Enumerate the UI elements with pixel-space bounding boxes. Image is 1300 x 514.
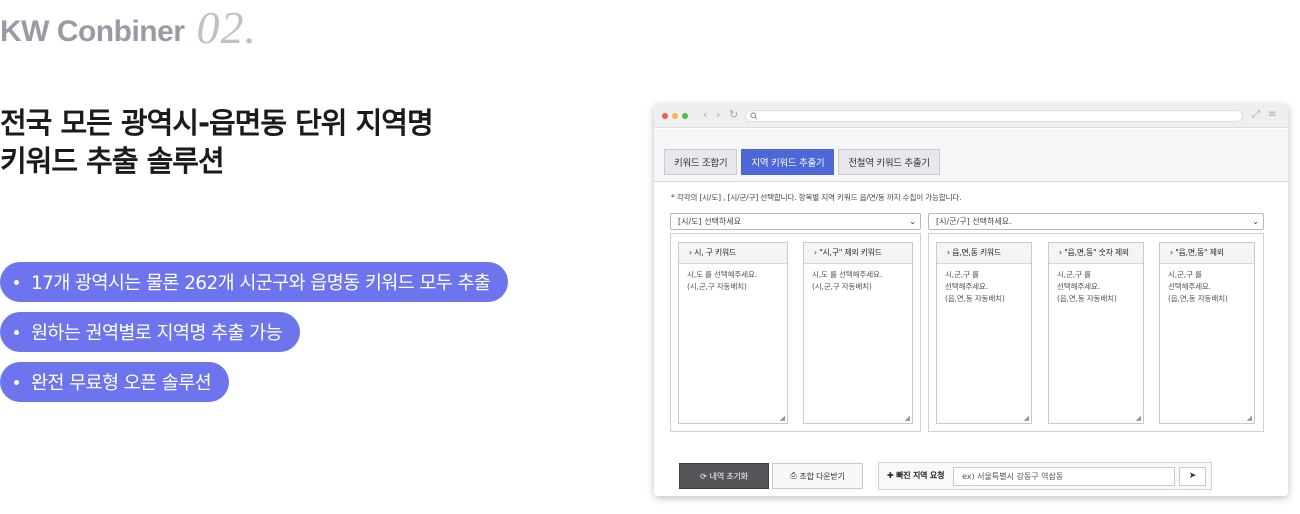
resize-handle-icon[interactable]: ◢ (1024, 415, 1029, 422)
reload-icon[interactable]: ↻ (729, 108, 738, 122)
feature-text: 17개 광역시는 물론 262개 시군구와 읍명동 키워드 모두 추출 (31, 273, 491, 294)
headline-line-1: 전국 모든 광역시-읍면동 단위 지역명 (0, 106, 434, 140)
tab-subway-keyword-extractor[interactable]: 전철역 키워드 추출기 (838, 149, 940, 175)
keyword-textarea[interactable]: 시,도 를 선택해주세요. (시,군,구 자동배치) (679, 264, 787, 298)
menu-icon[interactable]: ≡ (1268, 109, 1276, 121)
sigungu-keyword-group: › 읍,면,동 키워드 시,군,구 를 선택해주세요. (읍,면,동 자동배치)… (928, 233, 1264, 432)
keyword-textarea[interactable]: 시,군,구 를 선택해주세요. (읍,면,동 자동배치) (1160, 264, 1254, 310)
address-bar[interactable] (745, 110, 1243, 122)
missing-region-input[interactable]: ex) 서울특별시 강동구 역삼동 (953, 467, 1175, 486)
resize-handle-icon[interactable]: ◢ (1247, 415, 1252, 422)
missing-region-label-text: 빠진 지역 요청 (896, 471, 945, 480)
search-icon (750, 112, 758, 120)
sigungu-select-value: [시/군/구] 선택하세요. (936, 217, 1012, 226)
refresh-icon: ⟳ (700, 471, 707, 481)
keyword-box-si-gu-excluded: › "시,구" 제외 키워드 시,도 를 선택해주세요. (시,군,구 자동배치… (803, 242, 913, 424)
download-combination-button[interactable]: ⎙ 조합 다운받기 (772, 463, 863, 489)
bullet-icon (14, 329, 19, 335)
feature-text: 완전 무료형 오픈 솔루션 (31, 373, 212, 394)
headline: 전국 모든 광역시-읍면동 단위 지역명 키워드 추출 솔루션 (0, 104, 434, 180)
paper-plane-icon: ➤ (1188, 471, 1197, 481)
keyword-box-eup-myeon-dong-no-number: › "읍,면,동" 숫자 제외 시,군,구 를 선택해주세요. (읍,면,동 자… (1048, 242, 1144, 424)
bullet-icon (14, 279, 19, 285)
download-combination-label: 조합 다운받기 (799, 471, 845, 481)
tab-region-keyword-extractor[interactable]: 지역 키워드 추출기 (741, 149, 835, 175)
keyword-box-header: › 시, 구 키워드 (679, 243, 787, 264)
instruction-note: * 각각의 [시/도] , [시/군/구] 선택합니다. 항목별 지역 키워드 … (671, 193, 962, 202)
sido-select[interactable]: [시/도] 선택하세요 ⌄ (670, 213, 921, 230)
feature-pill-3: 완전 무료형 오픈 솔루션 (0, 362, 230, 402)
back-arrow-icon[interactable]: ‹ (703, 108, 707, 122)
keyword-textarea[interactable]: 시,도 를 선택해주세요. (시,군,구 자동배치) (804, 264, 912, 298)
keyword-box-header: › "시,구" 제외 키워드 (804, 243, 912, 264)
resize-handle-icon[interactable]: ◢ (905, 415, 910, 422)
headline-line-2: 키워드 추출 솔루션 (0, 144, 225, 178)
app-content: 키워드 조합기 지역 키워드 추출기 전철역 키워드 추출기 * 각각의 [시/… (654, 129, 1288, 496)
tab-keyword-combiner[interactable]: 키워드 조합기 (664, 149, 738, 175)
chevron-down-icon: ⌄ (1252, 217, 1259, 226)
plus-icon: ✚ (887, 471, 897, 480)
keyword-box-header: › "읍,면,동" 제외 (1160, 243, 1254, 264)
forward-arrow-icon[interactable]: › (716, 108, 720, 122)
expand-icon[interactable]: ⤢ (1252, 109, 1260, 121)
send-request-button[interactable]: ➤ (1179, 467, 1206, 486)
maximize-dot-icon[interactable] (682, 113, 688, 119)
chevron-down-icon: ⌄ (909, 217, 916, 226)
keyword-box-header: › "읍,면,동" 숫자 제외 (1049, 243, 1143, 264)
bullet-icon (14, 379, 19, 385)
keyword-box-eup-myeon-dong-excluded: › "읍,면,동" 제외 시,군,구 를 선택해주세요. (읍,면,동 자동배치… (1159, 242, 1255, 424)
keyword-textarea[interactable]: 시,군,구 를 선택해주세요. (읍,면,동 자동배치) (937, 264, 1031, 310)
feature-text: 원하는 권역별로 지역명 추출 가능 (31, 323, 283, 344)
keyword-box-si-gu: › 시, 구 키워드 시,도 를 선택해주세요. (시,군,구 자동배치) ◢ (678, 242, 788, 424)
tab-bar: 키워드 조합기 지역 키워드 추출기 전철역 키워드 추출기 (664, 149, 940, 175)
keyword-box-eup-myeon-dong: › 읍,면,동 키워드 시,군,구 를 선택해주세요. (읍,면,동 자동배치)… (936, 242, 1032, 424)
keyword-box-header: › 읍,면,동 키워드 (937, 243, 1031, 264)
reset-history-button[interactable]: ⟳ 내역 초기화 (679, 463, 769, 489)
sigungu-select[interactable]: [시/군/구] 선택하세요. ⌄ (928, 213, 1264, 230)
browser-titlebar: ‹ › ↻ ⤢ ≡ (654, 104, 1288, 128)
brand-logo: KW Conbiner 02. (0, 4, 257, 52)
missing-region-request-box: ✚ 빠진 지역 요청 ex) 서울특별시 강동구 역삼동 ➤ (878, 462, 1212, 490)
missing-region-label: ✚ 빠진 지역 요청 (887, 470, 944, 481)
resize-handle-icon[interactable]: ◢ (1136, 415, 1141, 422)
brand-name: KW Conbiner (0, 15, 185, 48)
extractor-panel: * 각각의 [시/도] , [시/군/구] 선택합니다. 항목별 지역 키워드 … (654, 181, 1288, 496)
sido-keyword-group: › 시, 구 키워드 시,도 를 선택해주세요. (시,군,구 자동배치) ◢ … (670, 233, 921, 432)
close-dot-icon[interactable] (662, 113, 668, 119)
feature-pill-1: 17개 광역시는 물론 262개 시군구와 읍명동 키워드 모두 추출 (0, 262, 509, 302)
reset-history-label: 내역 초기화 (709, 471, 748, 481)
minimize-dot-icon[interactable] (672, 113, 678, 119)
download-file-icon: ⎙ (790, 471, 797, 480)
sido-select-value: [시/도] 선택하세요 (678, 217, 741, 226)
resize-handle-icon[interactable]: ◢ (780, 415, 785, 422)
brand-number: 02. (196, 2, 257, 53)
feature-pill-2: 원하는 권역별로 지역명 추출 가능 (0, 312, 301, 352)
browser-window: ‹ › ↻ ⤢ ≡ 키워드 조합기 지역 키워드 추출기 전철역 키워드 추출기… (654, 104, 1288, 496)
keyword-textarea[interactable]: 시,군,구 를 선택해주세요. (읍,면,동 자동배치) (1049, 264, 1143, 310)
